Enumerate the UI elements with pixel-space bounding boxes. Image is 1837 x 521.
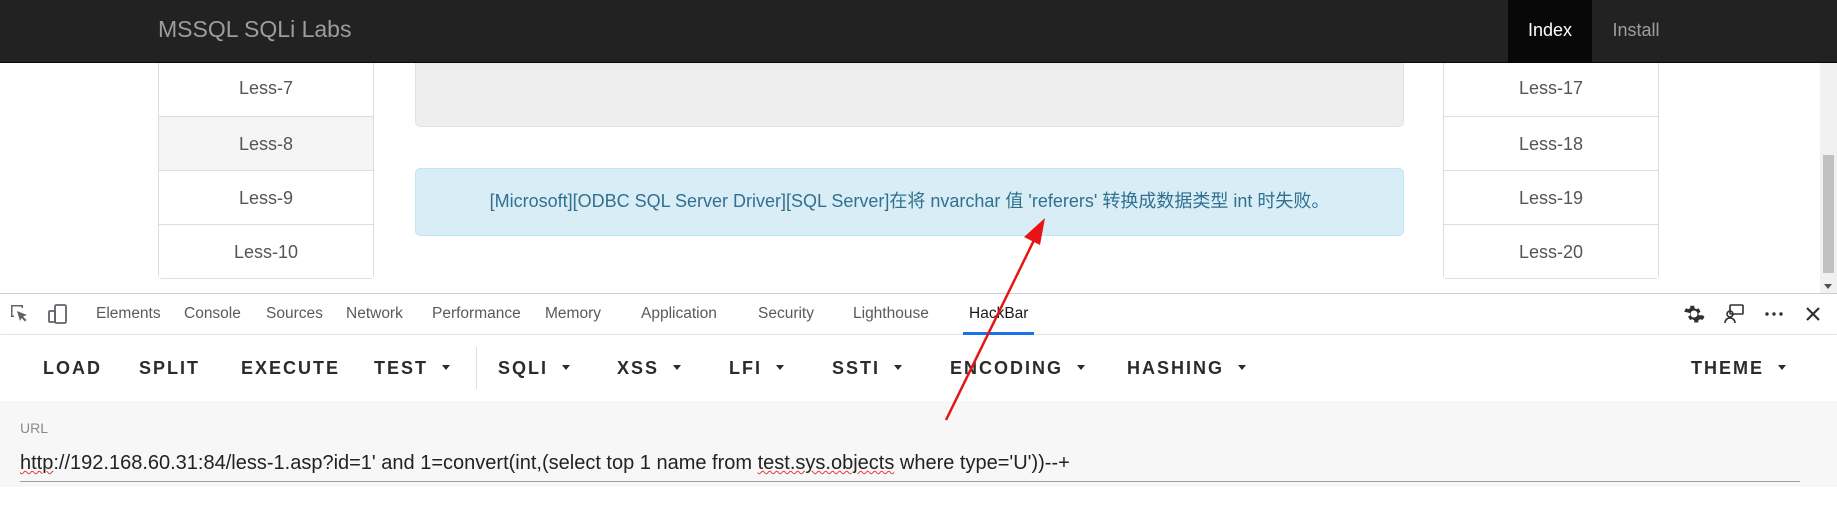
caret-down-icon xyxy=(1778,364,1786,370)
scroll-down-arrow-icon[interactable] xyxy=(1824,284,1832,289)
test-menu-button[interactable]: TEST xyxy=(374,335,451,401)
encoding-menu-button[interactable]: ENCODING xyxy=(950,335,1086,401)
device-toggle-icon[interactable] xyxy=(46,302,70,326)
tab-hackbar[interactable]: HackBar xyxy=(962,294,1035,335)
execute-button[interactable]: EXECUTE xyxy=(241,335,340,401)
lesson-item[interactable]: Less-10 xyxy=(159,224,373,278)
error-alert: [Microsoft][ODBC SQL Server Driver][SQL … xyxy=(415,168,1404,236)
tab-application[interactable]: Application xyxy=(641,294,717,334)
tab-sources[interactable]: Sources xyxy=(266,294,323,334)
tab-console[interactable]: Console xyxy=(184,294,241,334)
split-button[interactable]: SPLIT xyxy=(139,335,200,401)
tab-network[interactable]: Network xyxy=(346,294,403,334)
load-button[interactable]: LOAD xyxy=(43,335,102,401)
xss-menu-button[interactable]: XSS xyxy=(617,335,682,401)
lesson-item[interactable]: Less-19 xyxy=(1444,170,1658,224)
lesson-item[interactable]: Less-8 xyxy=(159,116,373,170)
url-text-segment: http xyxy=(20,452,54,474)
url-input[interactable]: http://192.168.60.31:84/less-1.asp?id=1'… xyxy=(20,445,1800,482)
lfi-menu-button[interactable]: LFI xyxy=(729,335,784,401)
hashing-menu-button[interactable]: HASHING xyxy=(1127,335,1247,401)
ssti-menu-button[interactable]: SSTI xyxy=(832,335,903,401)
close-icon[interactable] xyxy=(1801,302,1825,326)
devtools-tab-bar: Elements Console Sources Network Perform… xyxy=(0,293,1837,335)
lesson-item[interactable]: Less-18 xyxy=(1444,116,1658,170)
more-options-icon[interactable] xyxy=(1762,302,1786,326)
caret-down-icon xyxy=(776,364,784,370)
lesson-item[interactable]: Less-17 xyxy=(1444,63,1658,116)
nav-item-index[interactable]: Index xyxy=(1508,0,1592,63)
tab-memory[interactable]: Memory xyxy=(545,294,601,334)
page-scrollbar[interactable] xyxy=(1820,63,1837,293)
caret-down-icon xyxy=(1077,364,1086,370)
caret-down-icon xyxy=(673,364,682,370)
settings-gear-icon[interactable] xyxy=(1682,302,1706,326)
tab-security[interactable]: Security xyxy=(758,294,814,334)
theme-menu-button[interactable]: THEME xyxy=(1691,335,1786,401)
url-text-segment: ://192.168.60.31:84/less-1.asp?id=1' and… xyxy=(53,452,758,474)
toolbar-divider xyxy=(476,347,477,389)
tab-elements[interactable]: Elements xyxy=(96,294,161,334)
feedback-icon[interactable] xyxy=(1722,302,1746,326)
inspect-icon[interactable] xyxy=(8,302,32,326)
lesson-item[interactable]: Less-7 xyxy=(159,63,373,116)
url-label: URL xyxy=(20,420,49,436)
tab-performance[interactable]: Performance xyxy=(432,294,521,334)
lesson-list-right: Less-17 Less-18 Less-19 Less-20 xyxy=(1443,63,1659,279)
lesson-item[interactable]: Less-9 xyxy=(159,170,373,224)
caret-down-icon xyxy=(1238,364,1247,370)
nav-item-install[interactable]: Install xyxy=(1592,0,1680,63)
url-text-segment: where type='U'))--+ xyxy=(894,452,1070,474)
caret-down-icon xyxy=(442,364,451,370)
scrollbar-thumb[interactable] xyxy=(1823,155,1834,273)
lesson-item[interactable]: Less-20 xyxy=(1444,224,1658,278)
tab-lighthouse[interactable]: Lighthouse xyxy=(853,294,929,334)
brand-title[interactable]: MSSQL SQLi Labs xyxy=(158,16,351,43)
url-text-segment: test.sys.objects xyxy=(757,452,895,474)
lesson-list-left: Less-7 Less-8 Less-9 Less-10 xyxy=(158,63,374,279)
top-navbar: MSSQL SQLi Labs Index Install xyxy=(0,0,1837,63)
panel-bottom xyxy=(0,487,1837,521)
caret-down-icon xyxy=(894,364,903,370)
caret-down-icon xyxy=(562,364,571,370)
sqli-menu-button[interactable]: SQLI xyxy=(498,335,571,401)
hackbar-toolbar: LOAD SPLIT EXECUTE TEST SQLI XSS LFI SST… xyxy=(0,335,1837,401)
content-well xyxy=(415,63,1404,127)
